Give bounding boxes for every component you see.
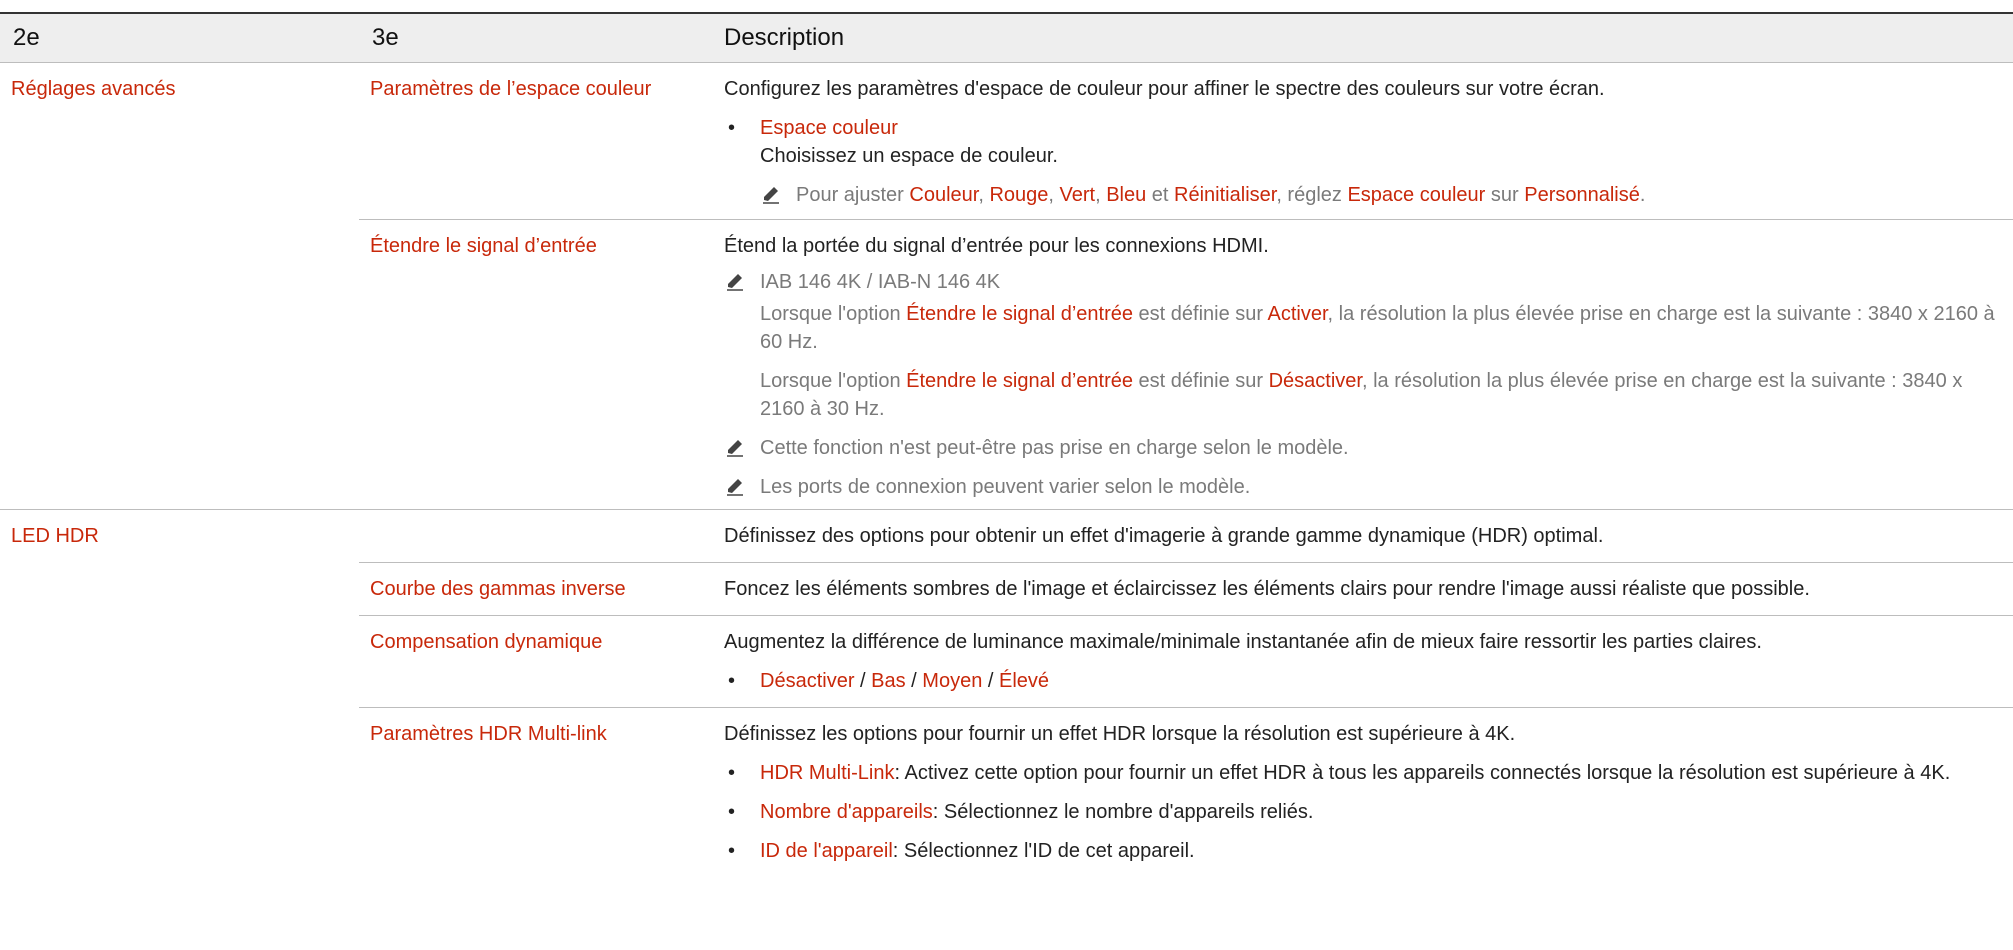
row-label-color-space-settings: Paramètres de l’espace couleur (370, 78, 652, 100)
option-name: Espace couleur (760, 117, 898, 139)
row-label-led-hdr: LED HDR (0, 509, 359, 865)
bullet-glyph: • (728, 670, 736, 692)
description-text: Configurez les paramètres d'espace de co… (724, 78, 1605, 100)
ref-color-space: Espace couleur (1347, 184, 1486, 206)
note: Cette fonction n'est peut-être pas prise… (724, 434, 2001, 462)
description-text: Foncez les éléments sombres de l'image e… (724, 578, 1810, 600)
list-item: • HDR Multi-Link: Activez cette option p… (724, 759, 2001, 787)
note: Les ports de connexion peuvent varier se… (724, 473, 2001, 501)
note-paragraph: Lorsque l'option Étendre le signal d’ent… (760, 303, 1995, 353)
row-label-extend-input-signal: Étendre le signal d’entrée (359, 219, 702, 510)
empty-cell (359, 509, 702, 563)
pencil-note-icon (763, 187, 779, 204)
note: IAB 146 4K / IAB-N 146 4K Lorsque l'opti… (724, 268, 2001, 423)
row-label-dynamic-compensation: Compensation dynamique (359, 615, 702, 708)
table-row: LED HDR Définissez des options pour obte… (0, 509, 2013, 865)
option-medium: Moyen (922, 670, 983, 692)
description-cell: Configurez les paramètres d'espace de co… (702, 63, 2013, 220)
note-paragraph: Lorsque l'option Étendre le signal d’ent… (760, 370, 1963, 420)
bullet-glyph: • (728, 117, 736, 139)
option-high: Élevé (999, 670, 1050, 692)
model-names: IAB 146 4K / IAB-N 146 4K (760, 271, 1001, 293)
description-cell: Augmentez la différence de luminance max… (702, 615, 2013, 708)
pencil-note-icon (727, 479, 743, 496)
pencil-note-icon (727, 440, 743, 457)
pencil-note-icon (727, 274, 743, 291)
option-off: Désactiver (760, 670, 855, 692)
note: Pour ajuster Couleur, Rouge, Vert, Bleu … (760, 181, 2001, 209)
description-text: Définissez des options pour obtenir un e… (724, 525, 1604, 547)
header-col-description: Description (702, 12, 2013, 63)
list-item: • ID de l'appareil: Sélectionnez l'ID de… (724, 837, 2001, 865)
ref-reset: Réinitialiser (1174, 184, 1277, 206)
row-label-hdr-multilink-settings: Paramètres HDR Multi-link (359, 707, 702, 865)
ref-green: Vert (1059, 184, 1096, 206)
list-item: • Espace couleur Choisissez un espace de… (724, 114, 2001, 170)
bullet-glyph: • (728, 801, 736, 823)
option-device-count: Nombre d'appareils (760, 801, 933, 823)
table-header-row: 2e 3e Description (0, 12, 2013, 63)
option-hdr-multilink: HDR Multi-Link (760, 762, 895, 784)
option-device-id: ID de l'appareil (760, 840, 893, 862)
description-text: Augmentez la différence de luminance max… (724, 631, 1762, 653)
ref-blue: Bleu (1106, 184, 1147, 206)
bullet-glyph: • (728, 840, 736, 862)
description-cell: Définissez des options pour obtenir un e… (702, 509, 2013, 563)
settings-table: 2e 3e Description Réglages avancés Param… (0, 12, 2013, 865)
table-row: Réglages avancés Paramètres de l’espace … (0, 63, 2013, 220)
header-col-level2: 2e (0, 12, 359, 63)
list-item: • Nombre d'appareils: Sélectionnez le no… (724, 798, 2001, 826)
description-text: Définissez les options pour fournir un e… (724, 723, 1516, 745)
description-cell: Foncez les éléments sombres de l'image e… (702, 562, 2013, 616)
option-low: Bas (871, 670, 906, 692)
ref-custom: Personnalisé (1524, 184, 1640, 206)
bullet-glyph: • (728, 762, 736, 784)
manual-page: 2e 3e Description Réglages avancés Param… (0, 0, 2013, 950)
header-col-level3: 3e (359, 12, 702, 63)
option-description: Choisissez un espace de couleur. (760, 145, 1058, 167)
ref-red: Rouge (989, 184, 1049, 206)
row-label-inverse-gamma: Courbe des gammas inverse (359, 562, 702, 616)
row-label-advanced-settings: Réglages avancés (11, 78, 176, 100)
description-cell: Étend la portée du signal d’entrée pour … (702, 219, 2013, 510)
list-item: • Désactiver / Bas / Moyen / Élevé (724, 667, 2001, 695)
description-text: Étend la portée du signal d’entrée pour … (724, 235, 1269, 257)
ref-color: Couleur (909, 184, 979, 206)
description-cell: Définissez les options pour fournir un e… (702, 707, 2013, 865)
